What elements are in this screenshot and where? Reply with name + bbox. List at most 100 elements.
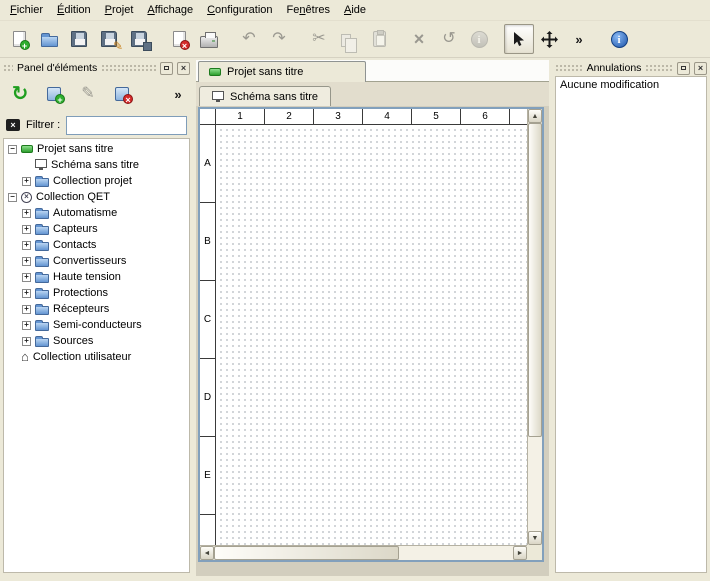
- tab-projet-sans-titre[interactable]: Projet sans titre: [198, 61, 366, 82]
- float-dock-button[interactable]: [160, 62, 173, 75]
- edit-element-button[interactable]: ✎: [74, 80, 102, 108]
- save-all-button[interactable]: [124, 24, 154, 54]
- menu-item-configuration[interactable]: Configuration: [200, 1, 279, 19]
- tree-item-automatisme[interactable]: +Automatisme: [4, 205, 189, 221]
- tree-item-collection-qet[interactable]: −×Collection QET: [4, 189, 189, 205]
- workspace: Panel d'éléments × ↻+✎×» × Filtrer : −Pr…: [0, 58, 710, 581]
- column-header-1: 1: [216, 109, 265, 124]
- tree-item-semi-conducteurs[interactable]: +Semi-conducteurs: [4, 317, 189, 333]
- about-qet-button[interactable]: i: [604, 24, 634, 54]
- horizontal-scroll-thumb[interactable]: [214, 546, 399, 560]
- expand-expander-icon[interactable]: +: [22, 273, 31, 282]
- close-dock-button[interactable]: ×: [694, 62, 707, 75]
- vertical-scrollbar[interactable]: ▲ ▼: [527, 109, 542, 545]
- rotate-button[interactable]: ↺: [434, 24, 464, 54]
- toolbar-extension-button[interactable]: »: [564, 24, 594, 54]
- close-project-button[interactable]: ×: [164, 24, 194, 54]
- info-gray-icon: i: [471, 31, 488, 48]
- conductor-properties-button[interactable]: i: [464, 24, 494, 54]
- expand-expander-icon[interactable]: +: [22, 257, 31, 266]
- float-dock-button[interactable]: [677, 62, 690, 75]
- delete-element-button[interactable]: ×: [108, 80, 136, 108]
- reload-collections-button[interactable]: ↻: [6, 80, 34, 108]
- redo-button[interactable]: ↷: [264, 24, 294, 54]
- cut-icon: ✂: [312, 31, 325, 47]
- collapse-expander-icon[interactable]: −: [8, 193, 17, 202]
- undo-panel-header[interactable]: Annulations ×: [552, 60, 710, 76]
- diagram-tabbar: Schéma sans titre: [196, 82, 549, 106]
- clear-filter-button[interactable]: ×: [6, 119, 20, 131]
- scroll-right-button[interactable]: ►: [513, 546, 527, 560]
- expand-expander-icon[interactable]: +: [22, 241, 31, 250]
- scroll-down-button[interactable]: ▼: [528, 531, 542, 545]
- menu-item-projet[interactable]: Projet: [98, 1, 141, 19]
- tree-item-capteurs[interactable]: +Capteurs: [4, 221, 189, 237]
- project-icon: [209, 68, 221, 76]
- toolbar-separator: [154, 23, 164, 55]
- expand-expander-icon[interactable]: +: [22, 321, 31, 330]
- panel-toolbar-extension-button[interactable]: »: [169, 80, 187, 108]
- menu-item-aide[interactable]: Aide: [337, 1, 373, 19]
- tree-item-haute-tension[interactable]: +Haute tension: [4, 269, 189, 285]
- print-button[interactable]: [194, 24, 224, 54]
- filter-clear-icon: ×: [6, 119, 20, 131]
- copy-button[interactable]: [334, 24, 364, 54]
- tree-item-recepteurs[interactable]: + Récepteurs: [4, 301, 189, 317]
- undo-button[interactable]: ↶: [234, 24, 264, 54]
- tree-item-contacts[interactable]: +Contacts: [4, 237, 189, 253]
- elements-panel-header[interactable]: Panel d'éléments ×: [0, 60, 193, 76]
- expand-expander-icon[interactable]: +: [22, 209, 31, 218]
- horizontal-scroll-track[interactable]: [214, 546, 513, 560]
- menu-item-fenetres[interactable]: Fenêtres: [280, 1, 337, 19]
- expand-expander-icon[interactable]: +: [22, 177, 31, 186]
- close-dock-button[interactable]: ×: [177, 62, 190, 75]
- tree-item-schema-sans-titre[interactable]: Schéma sans titre: [4, 157, 189, 173]
- expand-expander-icon[interactable]: +: [22, 225, 31, 234]
- delete-button[interactable]: ×: [404, 24, 434, 54]
- save-as-button[interactable]: ✎: [94, 24, 124, 54]
- diagram-paper[interactable]: [216, 125, 527, 545]
- tree-item-projet-sans-titre[interactable]: −Projet sans titre: [4, 141, 189, 157]
- tree-item-collection-utilisateur[interactable]: ⌂Collection utilisateur: [4, 349, 189, 365]
- tab-schema-sans-titre[interactable]: Schéma sans titre: [199, 86, 331, 106]
- new-element-button[interactable]: +: [40, 80, 68, 108]
- tree-item-sources[interactable]: +Sources: [4, 333, 189, 349]
- dock-drag-handle[interactable]: [645, 64, 673, 72]
- tree-item-protections[interactable]: +Protections: [4, 285, 189, 301]
- expand-expander-icon[interactable]: +: [22, 289, 31, 298]
- menu-item-edition[interactable]: Édition: [50, 1, 98, 19]
- row-header-a: A: [200, 125, 215, 203]
- vertical-scroll-track[interactable]: [528, 123, 542, 531]
- horizontal-scrollbar[interactable]: ◄ ►: [200, 545, 527, 560]
- save-button[interactable]: [64, 24, 94, 54]
- column-header-2: 2: [265, 109, 314, 124]
- dock-drag-handle[interactable]: [101, 64, 156, 72]
- scroll-left-button[interactable]: ◄: [200, 546, 214, 560]
- dock-drag-handle[interactable]: [555, 64, 583, 72]
- elements-panel-toolbar: ↻+✎× »: [0, 76, 193, 112]
- pan-mode-button[interactable]: [534, 24, 564, 54]
- menu-item-fichier[interactable]: Fichier: [3, 1, 50, 19]
- collapse-expander-icon[interactable]: −: [8, 145, 17, 154]
- open-project-button[interactable]: [34, 24, 64, 54]
- paste-button[interactable]: [364, 24, 394, 54]
- new-project-button[interactable]: +: [4, 24, 34, 54]
- vertical-scroll-thumb[interactable]: [528, 123, 542, 437]
- select-mode-button[interactable]: [504, 24, 534, 54]
- column-headers: 123456: [216, 109, 527, 125]
- paste-icon: [373, 31, 386, 47]
- print-icon: [200, 31, 218, 48]
- tree-item-convertisseurs[interactable]: +Convertisseurs: [4, 253, 189, 269]
- tree-item-label: Collection QET: [36, 191, 110, 203]
- cut-button[interactable]: ✂: [304, 24, 334, 54]
- expand-expander-icon[interactable]: +: [22, 337, 31, 346]
- menu-item-affichage[interactable]: Affichage: [140, 1, 200, 19]
- project-icon: [21, 145, 33, 153]
- filter-input[interactable]: [66, 116, 187, 135]
- row-headers: ABCDE: [200, 125, 216, 545]
- tree-item-label: Récepteurs: [53, 303, 109, 315]
- scroll-up-button[interactable]: ▲: [528, 109, 542, 123]
- expand-expander-icon[interactable]: +: [22, 305, 31, 314]
- tree-item-collection-projet[interactable]: +Collection projet: [4, 173, 189, 189]
- dock-drag-handle[interactable]: [3, 64, 13, 72]
